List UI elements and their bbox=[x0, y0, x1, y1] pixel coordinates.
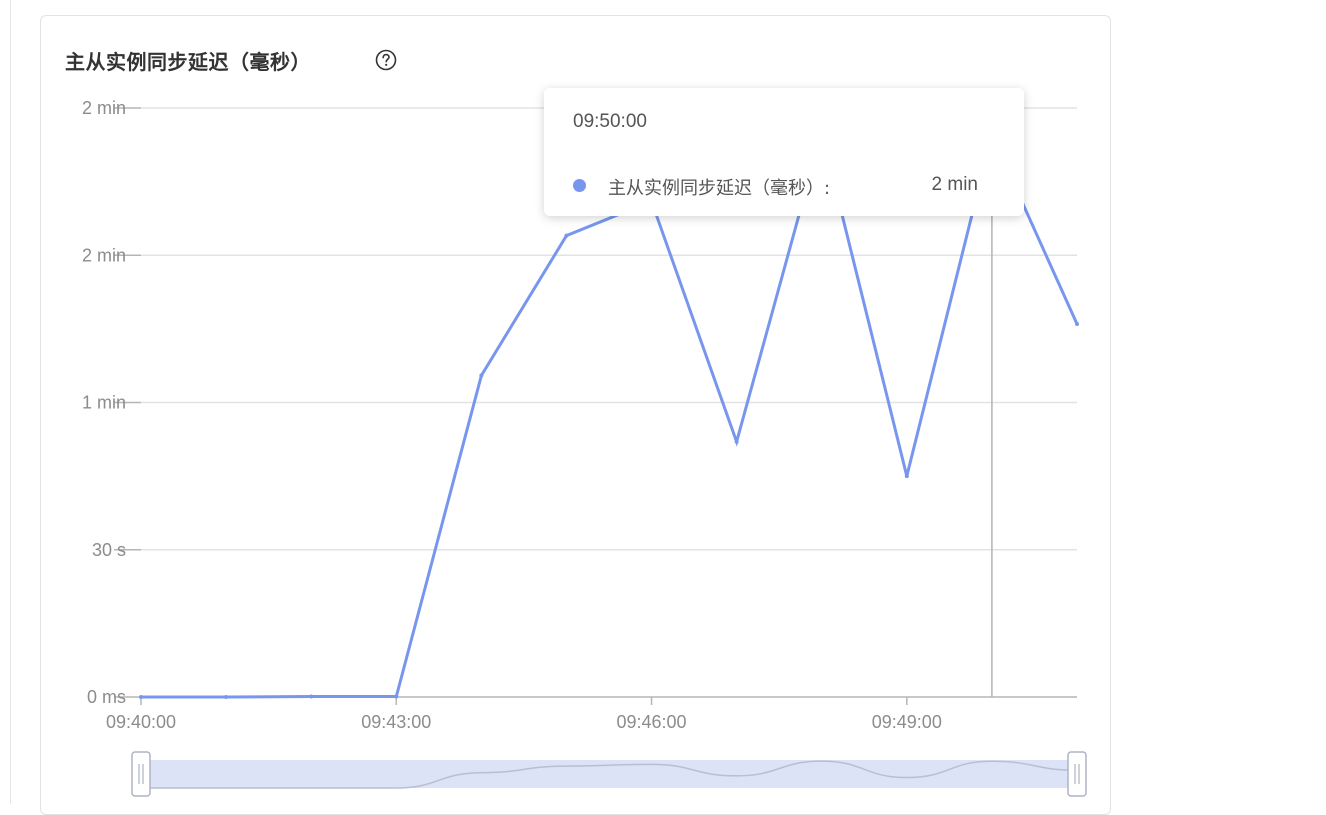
series-line[interactable] bbox=[141, 126, 1079, 699]
y-axis: 0 ms 30 s 1 min 2 min 2 min bbox=[82, 98, 141, 707]
slider-handle-body[interactable] bbox=[1067, 751, 1087, 797]
data-zoom-slider bbox=[131, 751, 1087, 797]
data-point[interactable] bbox=[904, 474, 909, 479]
y-tick-label: 0 ms bbox=[87, 687, 126, 707]
data-point[interactable] bbox=[1075, 321, 1079, 326]
data-point[interactable] bbox=[224, 695, 229, 699]
slider-handle-body[interactable] bbox=[131, 751, 151, 797]
tooltip-time: 09:50:00 bbox=[573, 111, 647, 132]
slider-handle-right[interactable] bbox=[1067, 751, 1087, 797]
x-axis: 09:40:00 09:43:00 09:46:00 09:49:00 bbox=[106, 696, 1077, 732]
tooltip-value: 2 min bbox=[931, 174, 978, 195]
data-point[interactable] bbox=[734, 439, 739, 444]
slider-handle-left[interactable] bbox=[131, 751, 151, 797]
chart-tooltip: 09:50:00 主从实例同步延迟（毫秒）: 2 min bbox=[544, 88, 1024, 216]
x-tick-label: 09:49:00 bbox=[872, 712, 942, 732]
x-tick-label: 09:43:00 bbox=[361, 712, 431, 732]
y-tick-label: 30 s bbox=[92, 540, 126, 560]
y-tick-label: 1 min bbox=[82, 393, 126, 413]
data-point[interactable] bbox=[564, 233, 569, 238]
x-tick-label: 09:40:00 bbox=[106, 712, 176, 732]
x-tick-label: 09:46:00 bbox=[617, 712, 687, 732]
data-point[interactable] bbox=[139, 695, 143, 699]
data-point[interactable] bbox=[309, 694, 314, 699]
data-point[interactable] bbox=[394, 694, 399, 699]
tooltip-series-dot bbox=[573, 179, 586, 192]
y-tick-label: 2 min bbox=[82, 245, 126, 265]
y-tick-label: 2 min bbox=[82, 98, 126, 118]
tooltip-series-name: 主从实例同步延迟（毫秒）: bbox=[608, 178, 831, 199]
data-point[interactable] bbox=[479, 373, 484, 378]
